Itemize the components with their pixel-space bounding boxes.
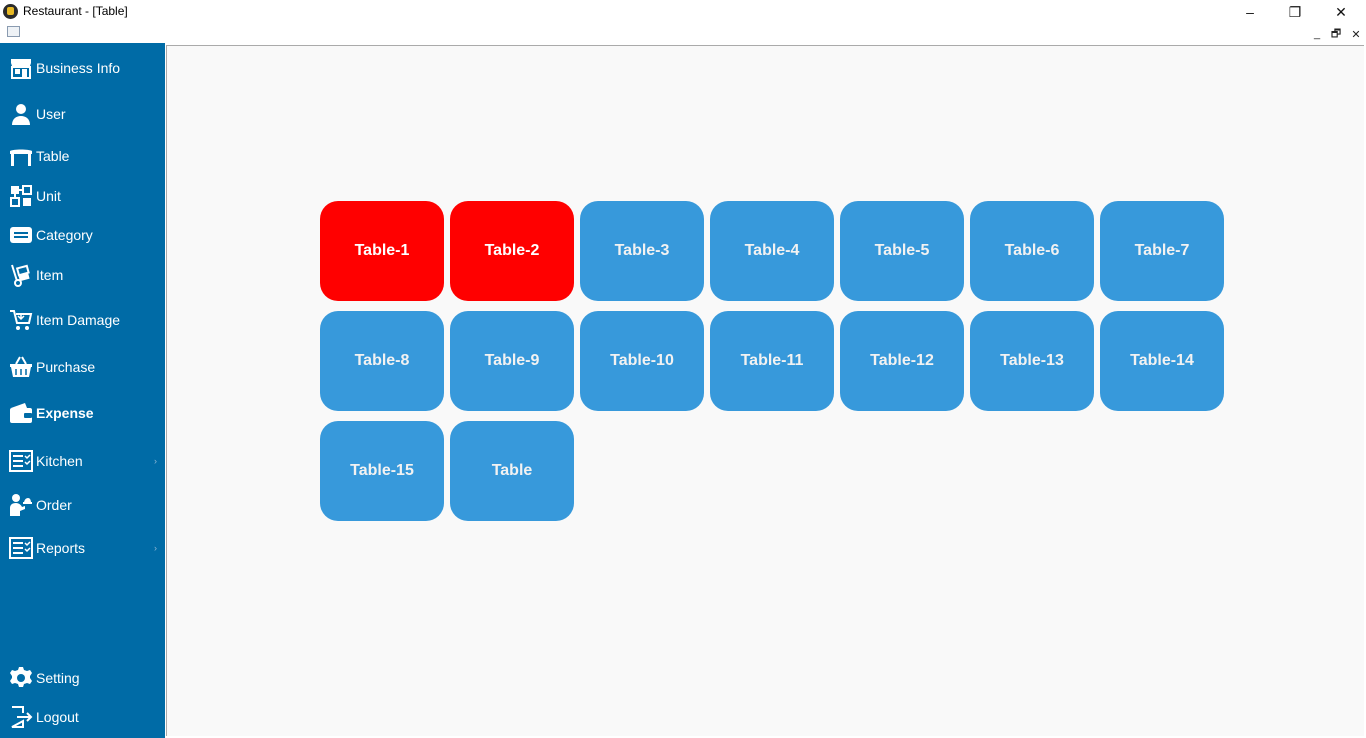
table-tile-13[interactable]: Table-13 xyxy=(970,311,1094,411)
sidebar-item-logout[interactable]: Logout xyxy=(0,699,165,735)
wallet-icon xyxy=(10,403,32,423)
app-icon xyxy=(3,4,18,19)
sidebar-item-item-damage[interactable]: Item Damage xyxy=(0,302,165,338)
sidebar-item-label: Purchase xyxy=(36,359,96,375)
sidebar-item-label: User xyxy=(36,106,66,122)
minimize-button[interactable]: – xyxy=(1227,0,1273,24)
sidebar-item-label: Logout xyxy=(36,709,79,725)
close-button[interactable]: ✕ xyxy=(1318,0,1364,24)
checklist-icon xyxy=(9,537,33,559)
sidebar-item-order[interactable]: Order xyxy=(0,487,165,523)
table-tile-4[interactable]: Table-4 xyxy=(710,201,834,301)
unit-icon xyxy=(10,185,32,207)
submenu-arrow-icon: › xyxy=(154,543,157,553)
sidebar-item-label: Kitchen xyxy=(36,453,83,469)
sidebar-item-user[interactable]: User xyxy=(0,96,165,132)
sidebar-item-label: Category xyxy=(36,227,93,243)
sidebar-item-label: Reports xyxy=(36,540,86,556)
logout-icon xyxy=(11,706,33,728)
sidebar-item-category[interactable]: Category xyxy=(0,217,165,253)
sidebar-item-label: Item Damage xyxy=(36,312,121,328)
table-icon xyxy=(10,149,32,166)
sidebar-item-setting[interactable]: Setting xyxy=(0,660,165,696)
table-tile-11[interactable]: Table-11 xyxy=(710,311,834,411)
table-tile-15[interactable]: Table-15 xyxy=(320,421,444,521)
mdi-restore-button[interactable]: 🗗 xyxy=(1328,26,1344,42)
table-tile-2[interactable]: Table-2 xyxy=(450,201,574,301)
table-tile-10[interactable]: Table-10 xyxy=(580,311,704,411)
mdi-window-icon[interactable] xyxy=(7,26,20,37)
sidebar: Business Info User Table Unit Category I… xyxy=(0,43,165,738)
submenu-arrow-icon: › xyxy=(154,456,157,466)
sidebar-item-table[interactable]: Table xyxy=(0,138,165,174)
table-tile-6[interactable]: Table-6 xyxy=(970,201,1094,301)
table-tile-16[interactable]: Table xyxy=(450,421,574,521)
table-tile-14[interactable]: Table-14 xyxy=(1100,311,1224,411)
category-icon xyxy=(10,227,32,243)
sidebar-item-label: Setting xyxy=(36,670,80,686)
basket-icon xyxy=(10,356,32,377)
cart-icon xyxy=(10,310,33,330)
sidebar-item-kitchen[interactable]: Kitchen › xyxy=(0,443,165,479)
mdi-minimize-button[interactable]: _ xyxy=(1309,26,1325,42)
table-tile-8[interactable]: Table-8 xyxy=(320,311,444,411)
window-title: Restaurant - [Table] xyxy=(23,4,128,18)
mdi-close-button[interactable]: ✕ xyxy=(1348,26,1364,42)
table-tile-7[interactable]: Table-7 xyxy=(1100,201,1224,301)
sidebar-item-label: Unit xyxy=(36,188,61,204)
hand-truck-icon xyxy=(11,264,30,287)
store-icon xyxy=(11,59,31,79)
sidebar-item-item[interactable]: Item xyxy=(0,257,165,293)
waiter-icon xyxy=(10,494,32,516)
table-grid-panel: Table-1 Table-2 Table-3 Table-4 Table-5 … xyxy=(166,45,1364,736)
sidebar-item-label: Order xyxy=(36,497,72,513)
window-titlebar: Restaurant - [Table] – ❐ ✕ xyxy=(0,0,1366,24)
table-tile-9[interactable]: Table-9 xyxy=(450,311,574,411)
sidebar-item-label: Business Info xyxy=(36,60,121,76)
sidebar-item-reports[interactable]: Reports › xyxy=(0,530,165,566)
checklist-icon xyxy=(9,450,33,472)
table-tile-5[interactable]: Table-5 xyxy=(840,201,964,301)
table-tile-12[interactable]: Table-12 xyxy=(840,311,964,411)
sidebar-item-unit[interactable]: Unit xyxy=(0,178,165,214)
sidebar-item-business-info[interactable]: Business Info xyxy=(0,50,165,86)
restore-button[interactable]: ❐ xyxy=(1272,0,1318,24)
user-icon xyxy=(12,104,30,125)
sidebar-item-label: Expense xyxy=(36,405,94,421)
mdi-bar: _ 🗗 ✕ xyxy=(0,24,1366,43)
sidebar-item-label: Item xyxy=(36,267,64,283)
table-tile-1[interactable]: Table-1 xyxy=(320,201,444,301)
sidebar-item-purchase[interactable]: Purchase xyxy=(0,349,165,385)
sidebar-item-expense[interactable]: Expense xyxy=(0,395,165,431)
gear-icon xyxy=(10,667,32,687)
table-tile-3[interactable]: Table-3 xyxy=(580,201,704,301)
sidebar-item-label: Table xyxy=(36,148,70,164)
